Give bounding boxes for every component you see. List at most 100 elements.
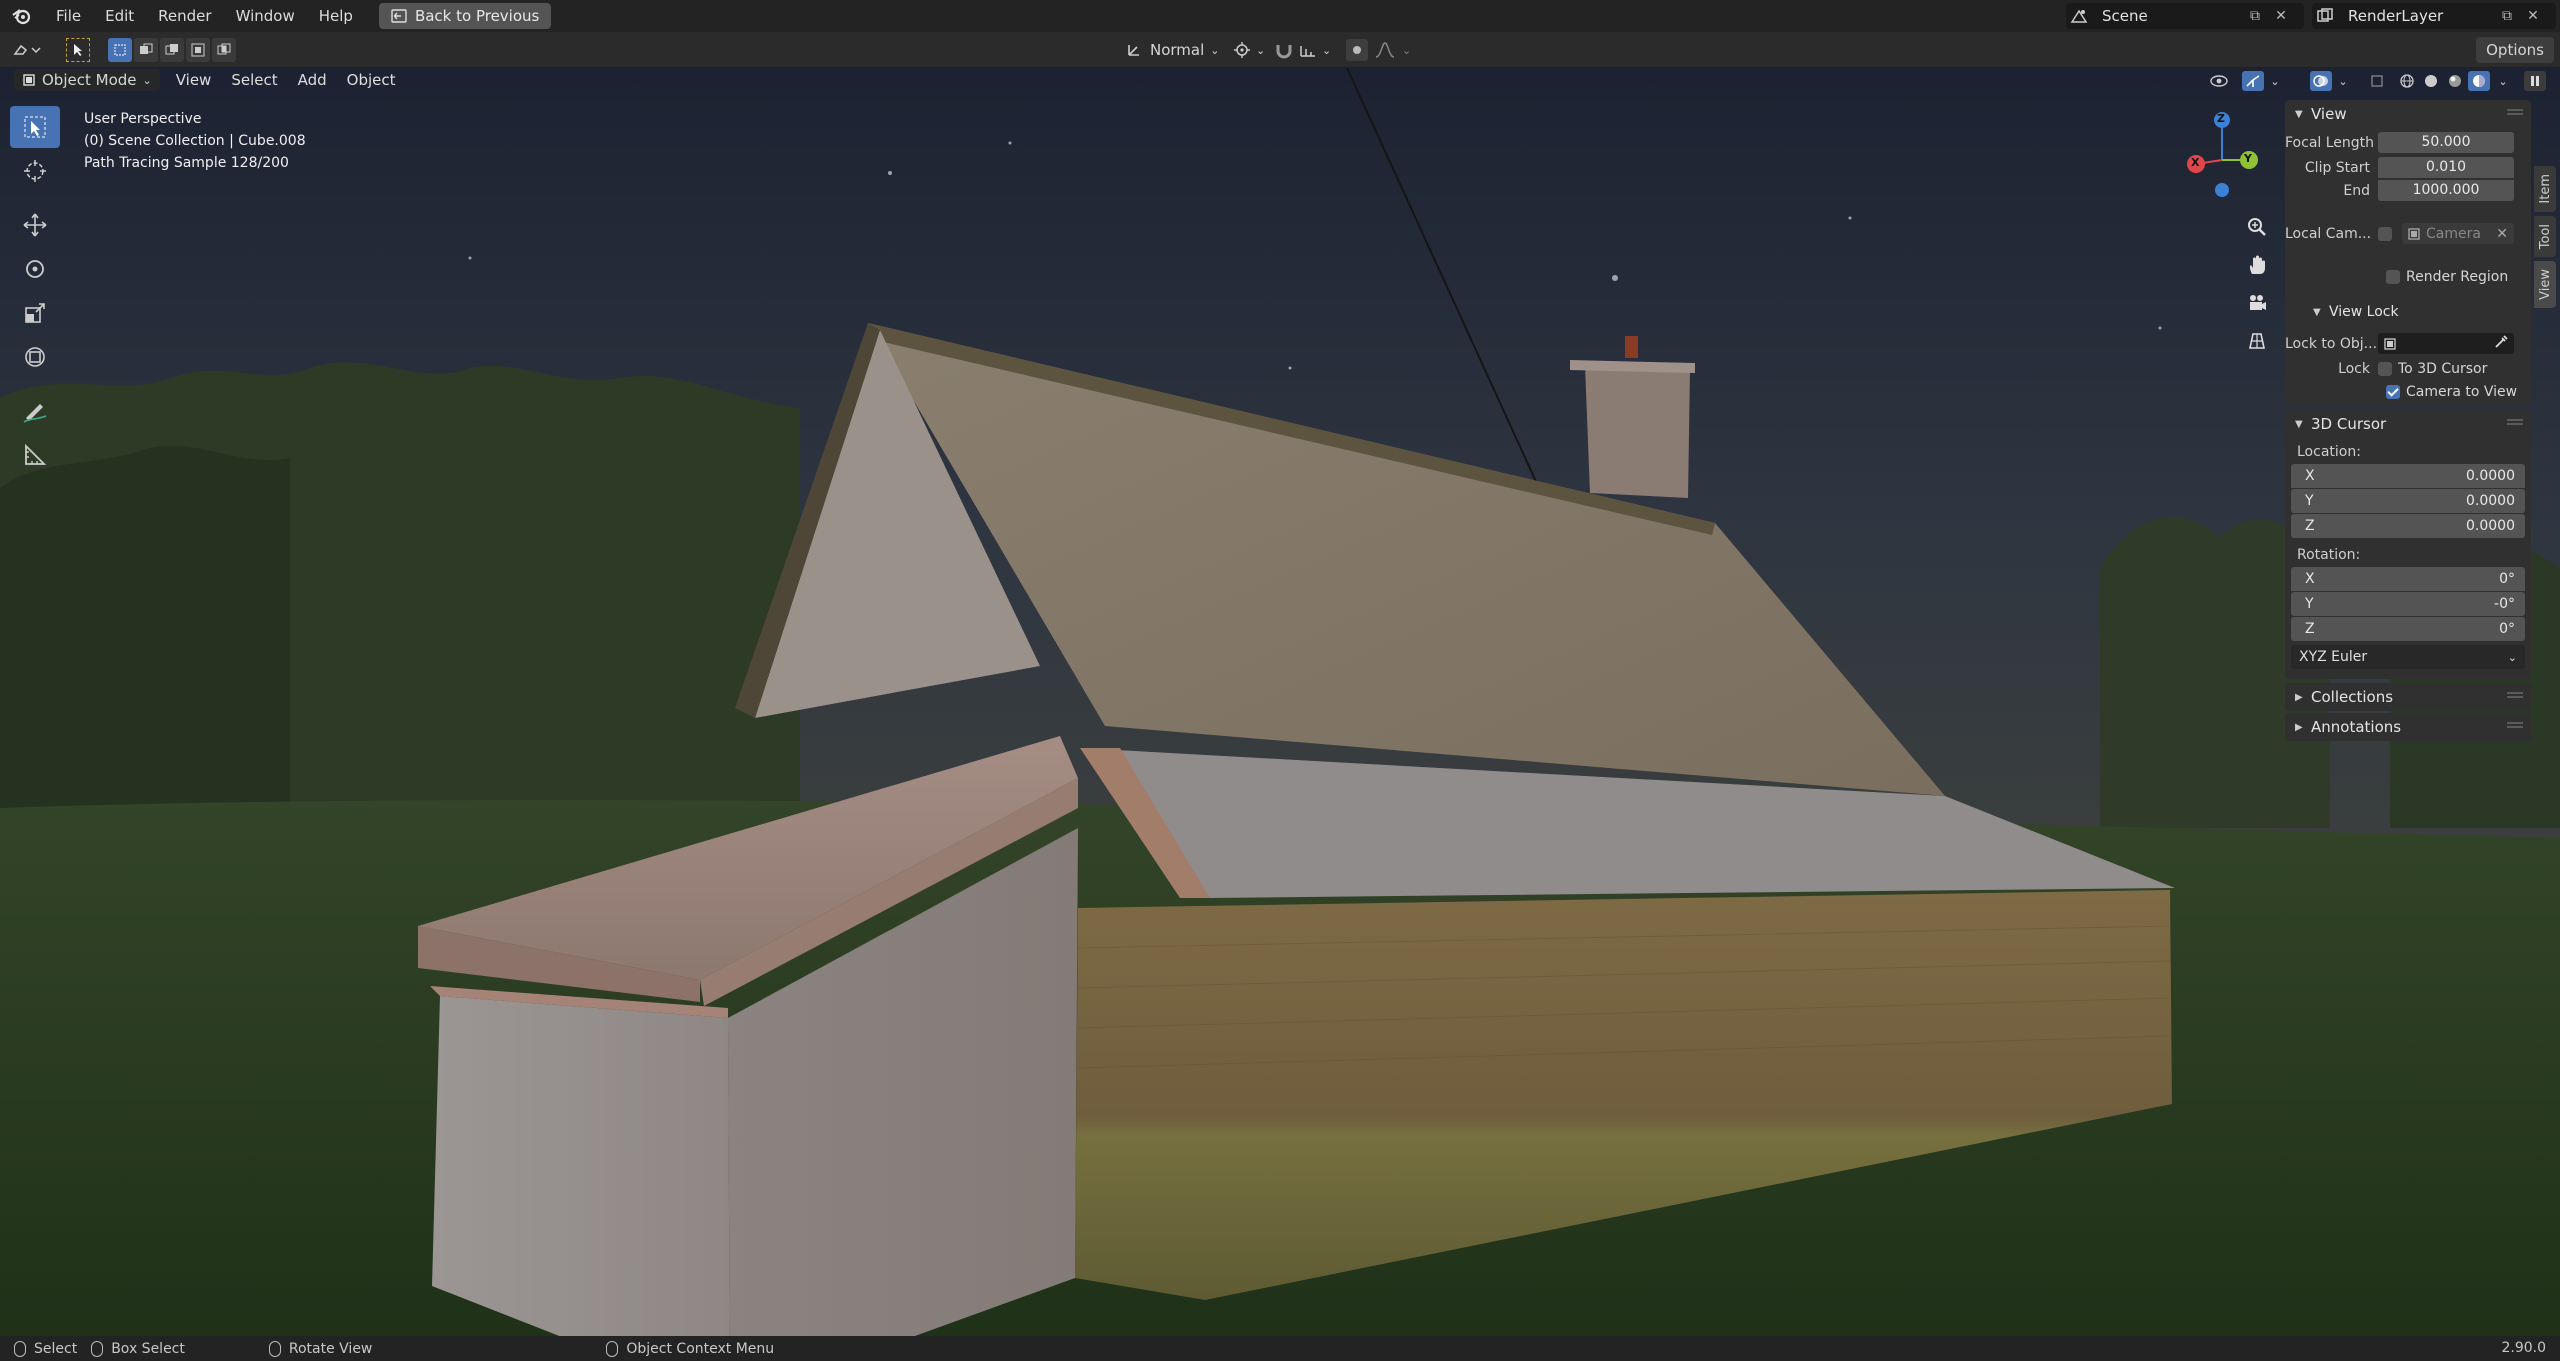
proportional-editing-icon[interactable] [1346, 39, 1368, 61]
lock-to-3d-cursor-checkbox[interactable] [2378, 361, 2392, 376]
focal-length-field[interactable]: 50.000 [2378, 132, 2514, 153]
blender-logo-icon[interactable] [0, 0, 44, 32]
camera-to-view-checkbox[interactable] [2386, 384, 2400, 399]
3d-cursor-panel-header[interactable]: ▼ 3D Cursor [2285, 410, 2531, 438]
clear-camera-icon[interactable]: ✕ [2496, 226, 2514, 242]
viewport-header: Object Mode ⌄ View Select Add Object [0, 68, 2560, 92]
chevron-down-icon[interactable]: ⌄ [2332, 71, 2354, 91]
pan-hand-icon[interactable] [2242, 250, 2272, 280]
viewport-menu-add[interactable]: Add [288, 71, 337, 89]
cursor-location-z-field[interactable]: Z 0.0000 [2291, 514, 2525, 538]
select-new-icon[interactable] [108, 38, 132, 62]
tab-view[interactable]: View [2534, 260, 2556, 308]
select-invert-icon[interactable] [186, 38, 210, 62]
menu-window[interactable]: Window [224, 0, 307, 32]
select-subtract-icon[interactable] [160, 38, 184, 62]
clip-end-field[interactable]: 1000.000 [2378, 180, 2514, 201]
viewport-menu-object[interactable]: Object [337, 71, 406, 89]
rotation-mode-value: XYZ Euler [2299, 649, 2368, 665]
camera-view-icon[interactable] [2242, 288, 2272, 318]
falloff-curve-icon[interactable] [1374, 41, 1396, 59]
select-box-tool-icon[interactable] [10, 106, 60, 148]
move-tool-icon[interactable] [10, 204, 60, 246]
transform-orientation-dropdown[interactable]: Normal ⌄ [1126, 37, 1220, 63]
transform-orientation-label: Normal [1150, 41, 1205, 59]
remove-scene-icon[interactable]: ✕ [2268, 3, 2294, 29]
annotations-panel-header[interactable]: ▶ Annotations [2285, 713, 2531, 741]
transform-tool-icon[interactable] [10, 336, 60, 378]
overlays-toggle-icon[interactable] [2310, 71, 2332, 91]
axis-value: 0.0000 [2466, 468, 2515, 484]
view-lock-subheader[interactable]: ▼ View Lock [2285, 299, 2531, 325]
chevron-down-icon[interactable]: ⌄ [2264, 71, 2286, 91]
navigation-gizmo[interactable]: Z X Y [2186, 108, 2258, 198]
select-intersect-icon[interactable] [212, 38, 236, 62]
options-dropdown[interactable]: Options [2476, 37, 2554, 63]
cursor-tool-icon[interactable] [10, 150, 60, 192]
lock-to-object-field[interactable] [2378, 333, 2514, 354]
xray-toggle-icon[interactable] [2366, 71, 2388, 91]
tab-tool[interactable]: Tool [2534, 215, 2556, 257]
editor-type-dropdown[interactable] [12, 37, 42, 63]
active-tool-indicator[interactable] [66, 37, 90, 63]
scale-tool-icon[interactable] [10, 292, 60, 334]
remove-view-layer-icon[interactable]: ✕ [2520, 3, 2546, 29]
select-extend-icon[interactable] [134, 38, 158, 62]
drag-grip-icon[interactable] [2507, 419, 2523, 427]
back-to-previous-button[interactable]: Back to Previous [378, 3, 552, 29]
cursor-location-x-field[interactable]: X 0.0000 [2291, 464, 2525, 488]
cursor-rotation-x-field[interactable]: X 0° [2291, 567, 2525, 591]
rendered-shading-icon[interactable] [2468, 71, 2490, 91]
cursor-rotation-y-field[interactable]: Y -0° [2291, 592, 2525, 616]
tab-tool-label: Tool [2537, 223, 2553, 249]
solid-shading-icon[interactable] [2420, 71, 2442, 91]
collections-panel-header[interactable]: ▶ Collections [2285, 683, 2531, 711]
gizmo-toggle-icon[interactable] [2242, 71, 2264, 91]
rotation-mode-dropdown[interactable]: XYZ Euler ⌄ [2291, 645, 2525, 669]
menu-help[interactable]: Help [307, 0, 365, 32]
cursor-location-label: Location: [2297, 444, 2361, 460]
menu-file[interactable]: File [44, 0, 93, 32]
menu-edit[interactable]: Edit [93, 0, 146, 32]
annotate-tool-icon[interactable] [10, 390, 60, 432]
view-panel-title: View [2311, 105, 2347, 123]
rotate-tool-icon[interactable] [10, 248, 60, 290]
new-scene-icon[interactable]: ⧉ [2242, 3, 2268, 29]
mouse-left-icon [14, 1340, 26, 1357]
view-layer-selector[interactable]: RenderLayer ⧉ ✕ [2312, 3, 2556, 29]
material-preview-icon[interactable] [2444, 71, 2466, 91]
lock-label: Lock [2338, 360, 2370, 377]
viewport-menu-view[interactable]: View [166, 71, 222, 89]
drag-grip-icon[interactable] [2507, 692, 2523, 700]
scene-selector[interactable]: Scene ⧉ ✕ [2066, 3, 2304, 29]
visibility-eye-icon[interactable] [2208, 71, 2230, 91]
wireframe-shading-icon[interactable] [2396, 71, 2418, 91]
measure-tool-icon[interactable] [10, 434, 60, 476]
axis-value: 0.0000 [2466, 493, 2515, 509]
drag-grip-icon[interactable] [2507, 109, 2523, 117]
new-view-layer-icon[interactable]: ⧉ [2494, 3, 2520, 29]
menu-render[interactable]: Render [146, 0, 223, 32]
view-panel: ▼ View Focal Length 50.000 Clip Start 0.… [2285, 100, 2531, 406]
clip-start-field[interactable]: 0.010 [2378, 157, 2514, 178]
pivot-point-dropdown[interactable]: ⌄ [1232, 37, 1265, 63]
eyedropper-icon[interactable] [2494, 334, 2514, 353]
viewport-menu-select[interactable]: Select [221, 71, 287, 89]
pause-render-icon[interactable] [2524, 71, 2546, 91]
snap-controls[interactable]: ⌄ [1274, 37, 1331, 63]
view-panel-header[interactable]: ▼ View [2285, 100, 2531, 128]
chevron-down-icon[interactable]: ⌄ [2492, 71, 2514, 91]
local-camera-selector[interactable]: Camera ✕ [2402, 223, 2514, 244]
render-region-checkbox[interactable] [2386, 269, 2400, 284]
object-mode-dropdown[interactable]: Object Mode ⌄ [14, 69, 160, 91]
proportional-editing-controls[interactable]: ⌄ [1346, 37, 1411, 63]
3d-viewport[interactable]: Object Mode ⌄ View Select Add Object ⌄ ⌄… [0, 68, 2560, 1336]
local-camera-checkbox[interactable] [2378, 226, 2392, 241]
cursor-location-y-field[interactable]: Y 0.0000 [2291, 489, 2525, 513]
zoom-icon[interactable] [2242, 212, 2272, 242]
cursor-rotation-z-field[interactable]: Z 0° [2291, 617, 2525, 641]
perspective-toggle-icon[interactable] [2242, 326, 2272, 356]
tab-item[interactable]: Item [2534, 166, 2556, 212]
drag-grip-icon[interactable] [2507, 722, 2523, 730]
selection-mode-group [108, 37, 236, 63]
